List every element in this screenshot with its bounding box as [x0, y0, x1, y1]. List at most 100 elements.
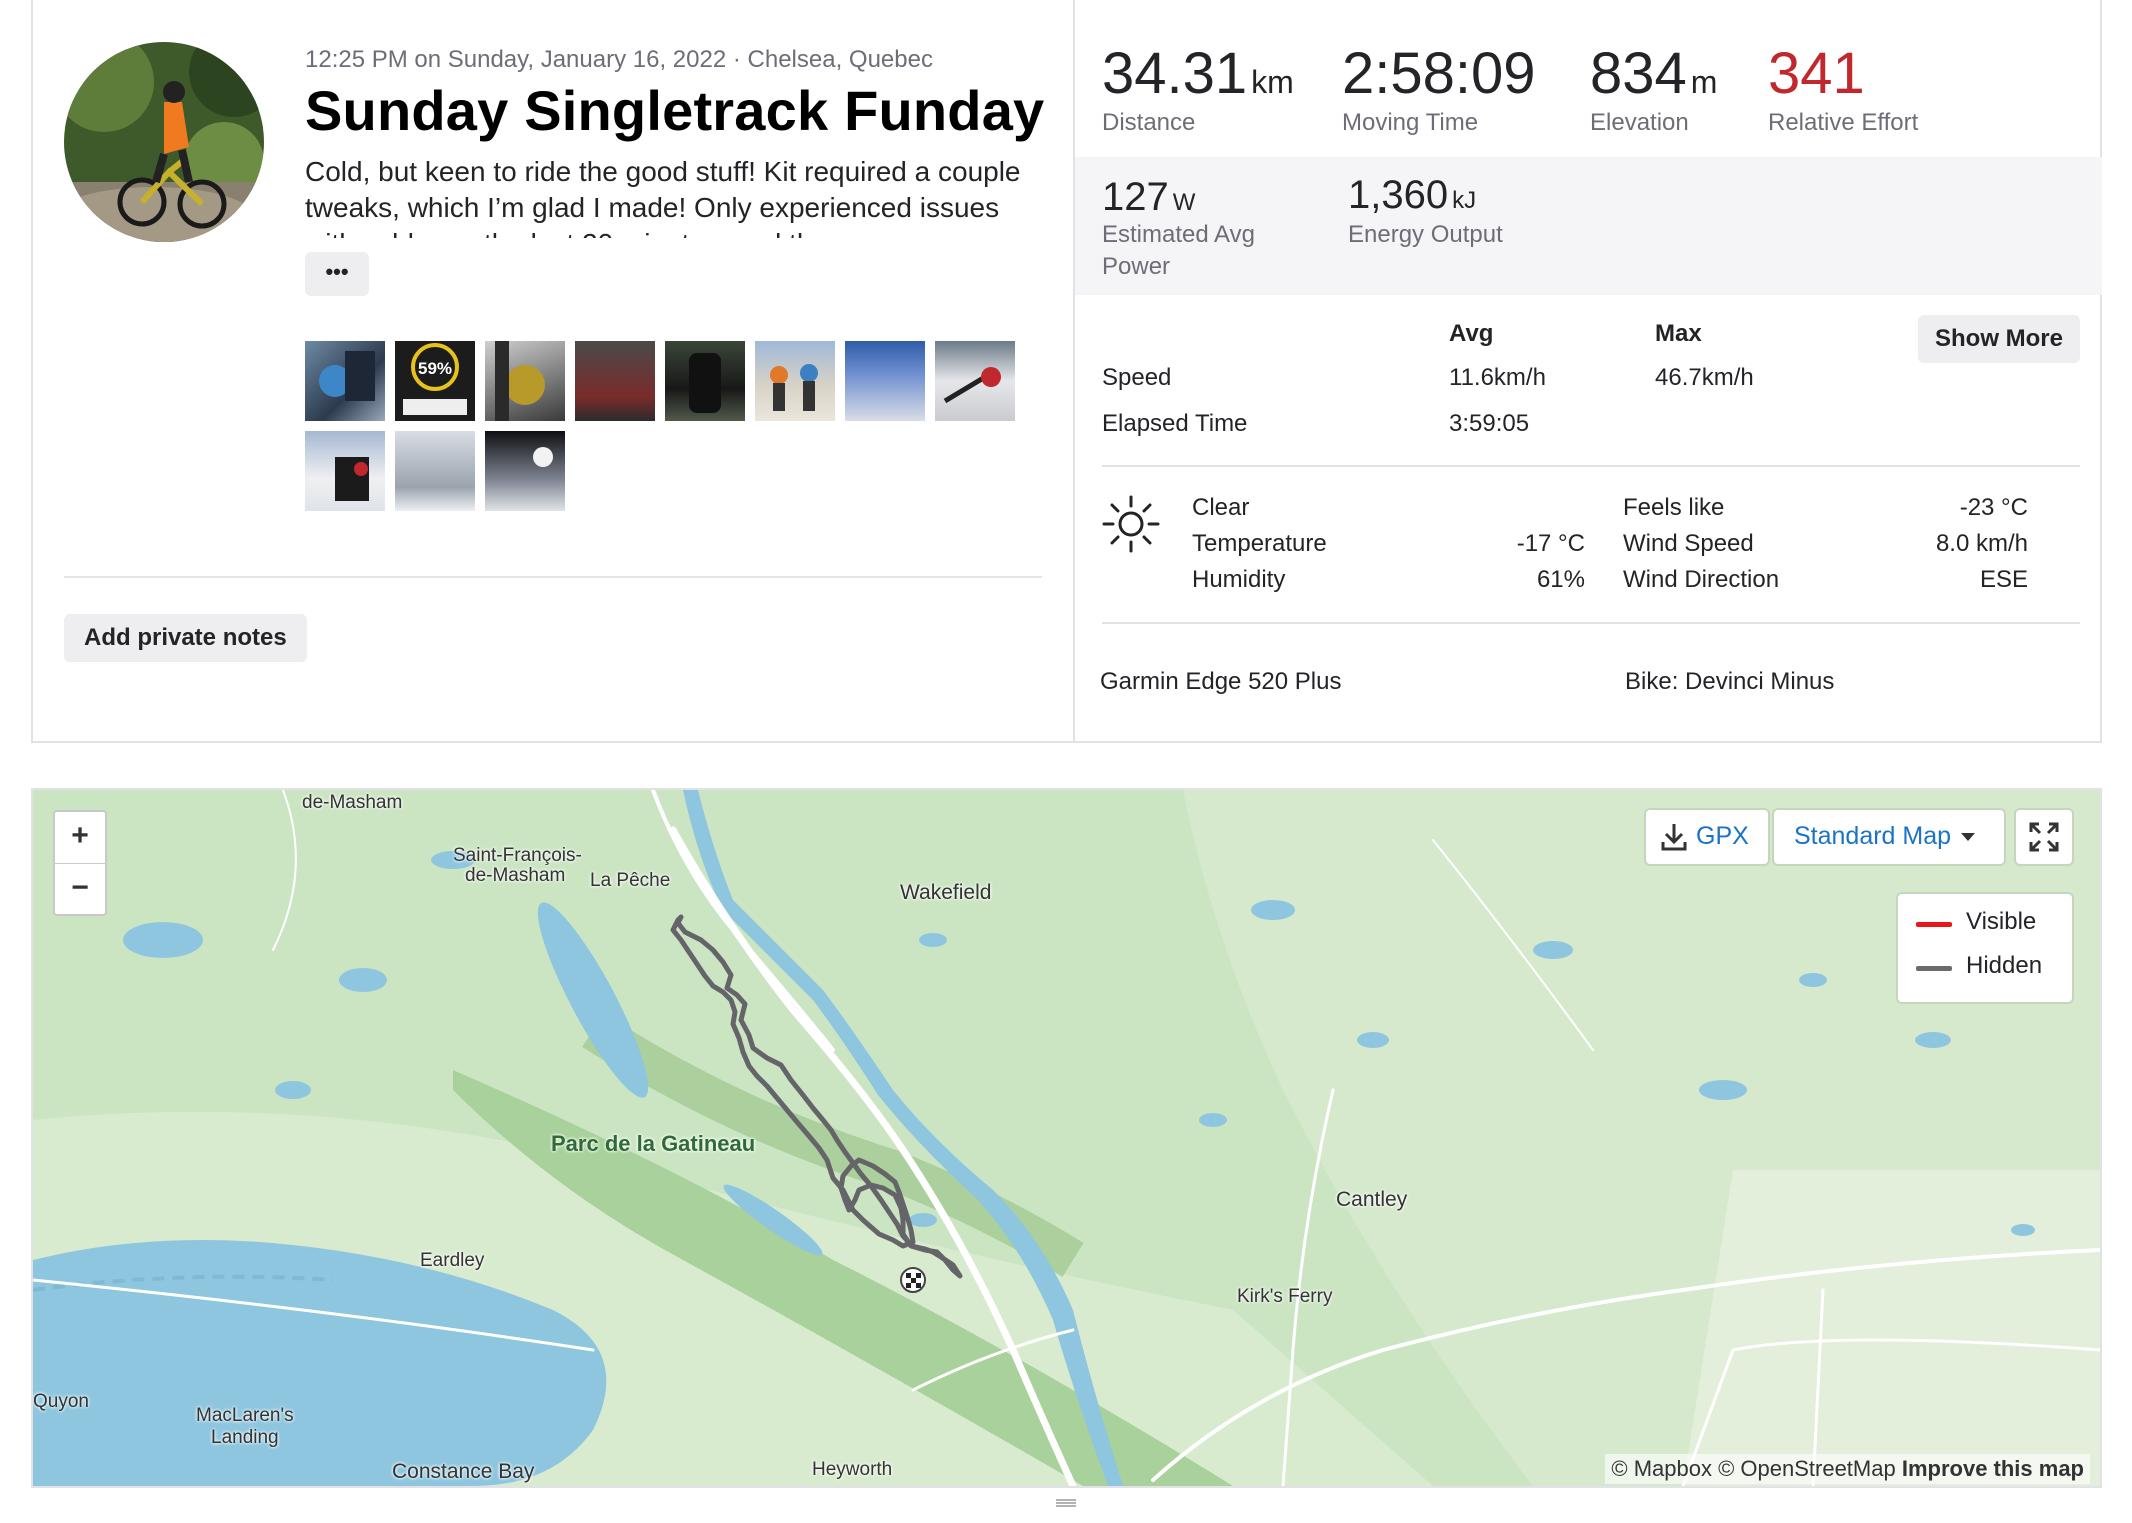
feels-like-label: Feels like — [1623, 494, 1725, 521]
legend-hidden-label: Hidden — [1966, 952, 2043, 979]
activity-datetime-location: 12:25 PM on Sunday, January 16, 2022 · C… — [305, 46, 933, 73]
wind-speed-label: Wind Speed — [1623, 530, 1754, 557]
zoom-in-button[interactable]: + — [55, 812, 105, 862]
weather-condition: Clear — [1192, 494, 1250, 521]
route-map[interactable]: de-Masham Saint-François- de-Masham La P… — [31, 788, 2102, 1488]
add-private-notes-button[interactable]: Add private notes — [64, 614, 307, 662]
distance-stat: 34.31 km — [1102, 40, 1294, 107]
sun-icon — [1101, 494, 1161, 554]
map-label: Cantley — [1336, 1188, 1408, 1211]
distance-unit: km — [1251, 64, 1294, 100]
divider — [1102, 465, 2080, 467]
feels-like-value: -23 °C — [1959, 494, 2028, 521]
activity-description: Cold, but keen to ride the good stuff! K… — [305, 156, 1021, 238]
activity-summary: 12:25 PM on Sunday, January 16, 2022 · C… — [33, 0, 1073, 741]
activity-photo[interactable] — [575, 341, 655, 421]
attribution-text: © Mapbox © OpenStreetMap — [1611, 1456, 1896, 1481]
power-stat: 127 W — [1102, 175, 1195, 220]
secondary-stats: 127 W Estimated Avg Power 1,360 kJ Energy … — [1075, 157, 2102, 295]
map-legend: Visible Hidden — [1898, 894, 2072, 1002]
finish-flag-marker — [900, 1267, 926, 1293]
distance-value: 34.31 — [1102, 41, 1248, 106]
distance-label: Distance — [1102, 109, 1196, 136]
speed-row-label: Speed — [1102, 364, 1172, 391]
more-button[interactable]: ••• — [305, 252, 369, 296]
activity-photo[interactable] — [845, 341, 925, 421]
relative-effort-value[interactable]: 341 — [1768, 40, 1865, 107]
gpx-label: GPX — [1696, 822, 1749, 850]
wind-direction-label: Wind Direction — [1623, 566, 1780, 593]
speed-max: 46.7km/h — [1655, 364, 1754, 391]
elapsed-time-label: Elapsed Time — [1102, 410, 1248, 437]
map-label: Eardley — [420, 1250, 485, 1271]
power-unit: W — [1172, 189, 1196, 216]
map-tiles[interactable] — [33, 790, 2100, 1486]
activity-photo[interactable] — [485, 431, 565, 511]
fullscreen-icon — [2029, 822, 2059, 852]
activity-photo[interactable]: 59% — [395, 341, 475, 421]
map-type-label: Standard Map — [1794, 822, 1952, 850]
elapsed-time-avg: 3:59:05 — [1449, 410, 1530, 437]
divider — [1102, 622, 2080, 624]
map-attribution: © Mapbox © OpenStreetMap Improve this ma… — [1605, 1454, 2090, 1484]
activity-photo[interactable] — [305, 341, 385, 421]
map-label: La Pêche — [590, 870, 671, 891]
temperature-value: -17 °C — [1516, 530, 1585, 557]
elevation-unit: m — [1690, 64, 1718, 100]
wind-speed-value: 8.0 km/h — [1935, 530, 2028, 557]
hidden-swatch — [1916, 966, 1952, 971]
map-type-dropdown[interactable]: Standard Map — [1774, 810, 2004, 864]
activity-photo[interactable] — [935, 341, 1015, 421]
caret-down-icon — [1961, 833, 1975, 841]
fullscreen-button[interactable] — [2016, 810, 2072, 864]
map-label: Landing — [211, 1427, 279, 1448]
rider-photo — [64, 42, 264, 242]
moving-time-label: Moving Time — [1342, 109, 1479, 136]
map-label: de-Masham — [465, 865, 566, 886]
activity-photo[interactable] — [485, 341, 565, 421]
speed-avg: 11.6km/h — [1449, 364, 1546, 391]
map-label: Heyworth — [812, 1459, 893, 1480]
zoom-out-button[interactable]: − — [55, 864, 105, 914]
divider — [64, 576, 1042, 578]
avg-column-header: Avg — [1449, 320, 1494, 347]
gpx-download-button[interactable]: GPX — [1646, 810, 1768, 864]
activity-photo[interactable] — [305, 431, 385, 511]
humidity-label: Humidity — [1192, 566, 1286, 593]
moving-time-value: 2:58:09 — [1342, 41, 1536, 106]
legend-visible-label: Visible — [1966, 908, 2037, 935]
improve-map-link[interactable]: Improve this map — [1902, 1456, 2084, 1481]
relative-effort-label: Relative Effort — [1768, 109, 1919, 136]
elevation-label: Elevation — [1590, 109, 1689, 136]
elevation-stat: 834 m — [1590, 40, 1717, 107]
activity-photo[interactable] — [395, 431, 475, 511]
temperature-label: Temperature — [1192, 530, 1327, 557]
avatar[interactable] — [64, 42, 264, 242]
power-label: Estimated Avg Power — [1102, 221, 1255, 280]
activity-card: 12:25 PM on Sunday, January 16, 2022 · C… — [31, 0, 2102, 743]
bike-name[interactable]: Bike: Devinci Minus — [1625, 668, 1834, 696]
download-icon — [1661, 824, 1687, 851]
max-column-header: Max — [1655, 320, 1702, 347]
activity-photo[interactable] — [755, 341, 835, 421]
map-label: de-Masham — [302, 792, 403, 813]
wind-direction-value: ESE — [1979, 566, 2028, 593]
photo-badge: 59% — [418, 359, 452, 378]
energy-unit: kJ — [1452, 187, 1477, 214]
humidity-value: 61% — [1536, 566, 1585, 593]
show-more-button[interactable]: Show More — [1918, 315, 2080, 363]
map-label: Kirk's Ferry — [1237, 1286, 1333, 1307]
device-name: Garmin Edge 520 Plus — [1100, 668, 1342, 695]
map-label: Wakefield — [900, 881, 992, 904]
activity-title: Sunday Singletrack Funday — [305, 79, 1045, 142]
energy-label: Energy Output — [1348, 221, 1503, 248]
map-label: Constance Bay — [392, 1460, 535, 1483]
activity-photo[interactable] — [665, 341, 745, 421]
energy-stat: 1,360 kJ — [1348, 173, 1476, 218]
elevation-value: 834 — [1590, 41, 1687, 106]
map-resize-handle[interactable] — [0, 1490, 2132, 1523]
visible-swatch — [1916, 922, 1952, 927]
zoom-control: + − — [53, 810, 107, 916]
activity-stats: 34.31 km Distance 2:58:09 Moving Time 834… — [1073, 0, 2102, 741]
map-label: Saint-François- — [453, 845, 582, 866]
